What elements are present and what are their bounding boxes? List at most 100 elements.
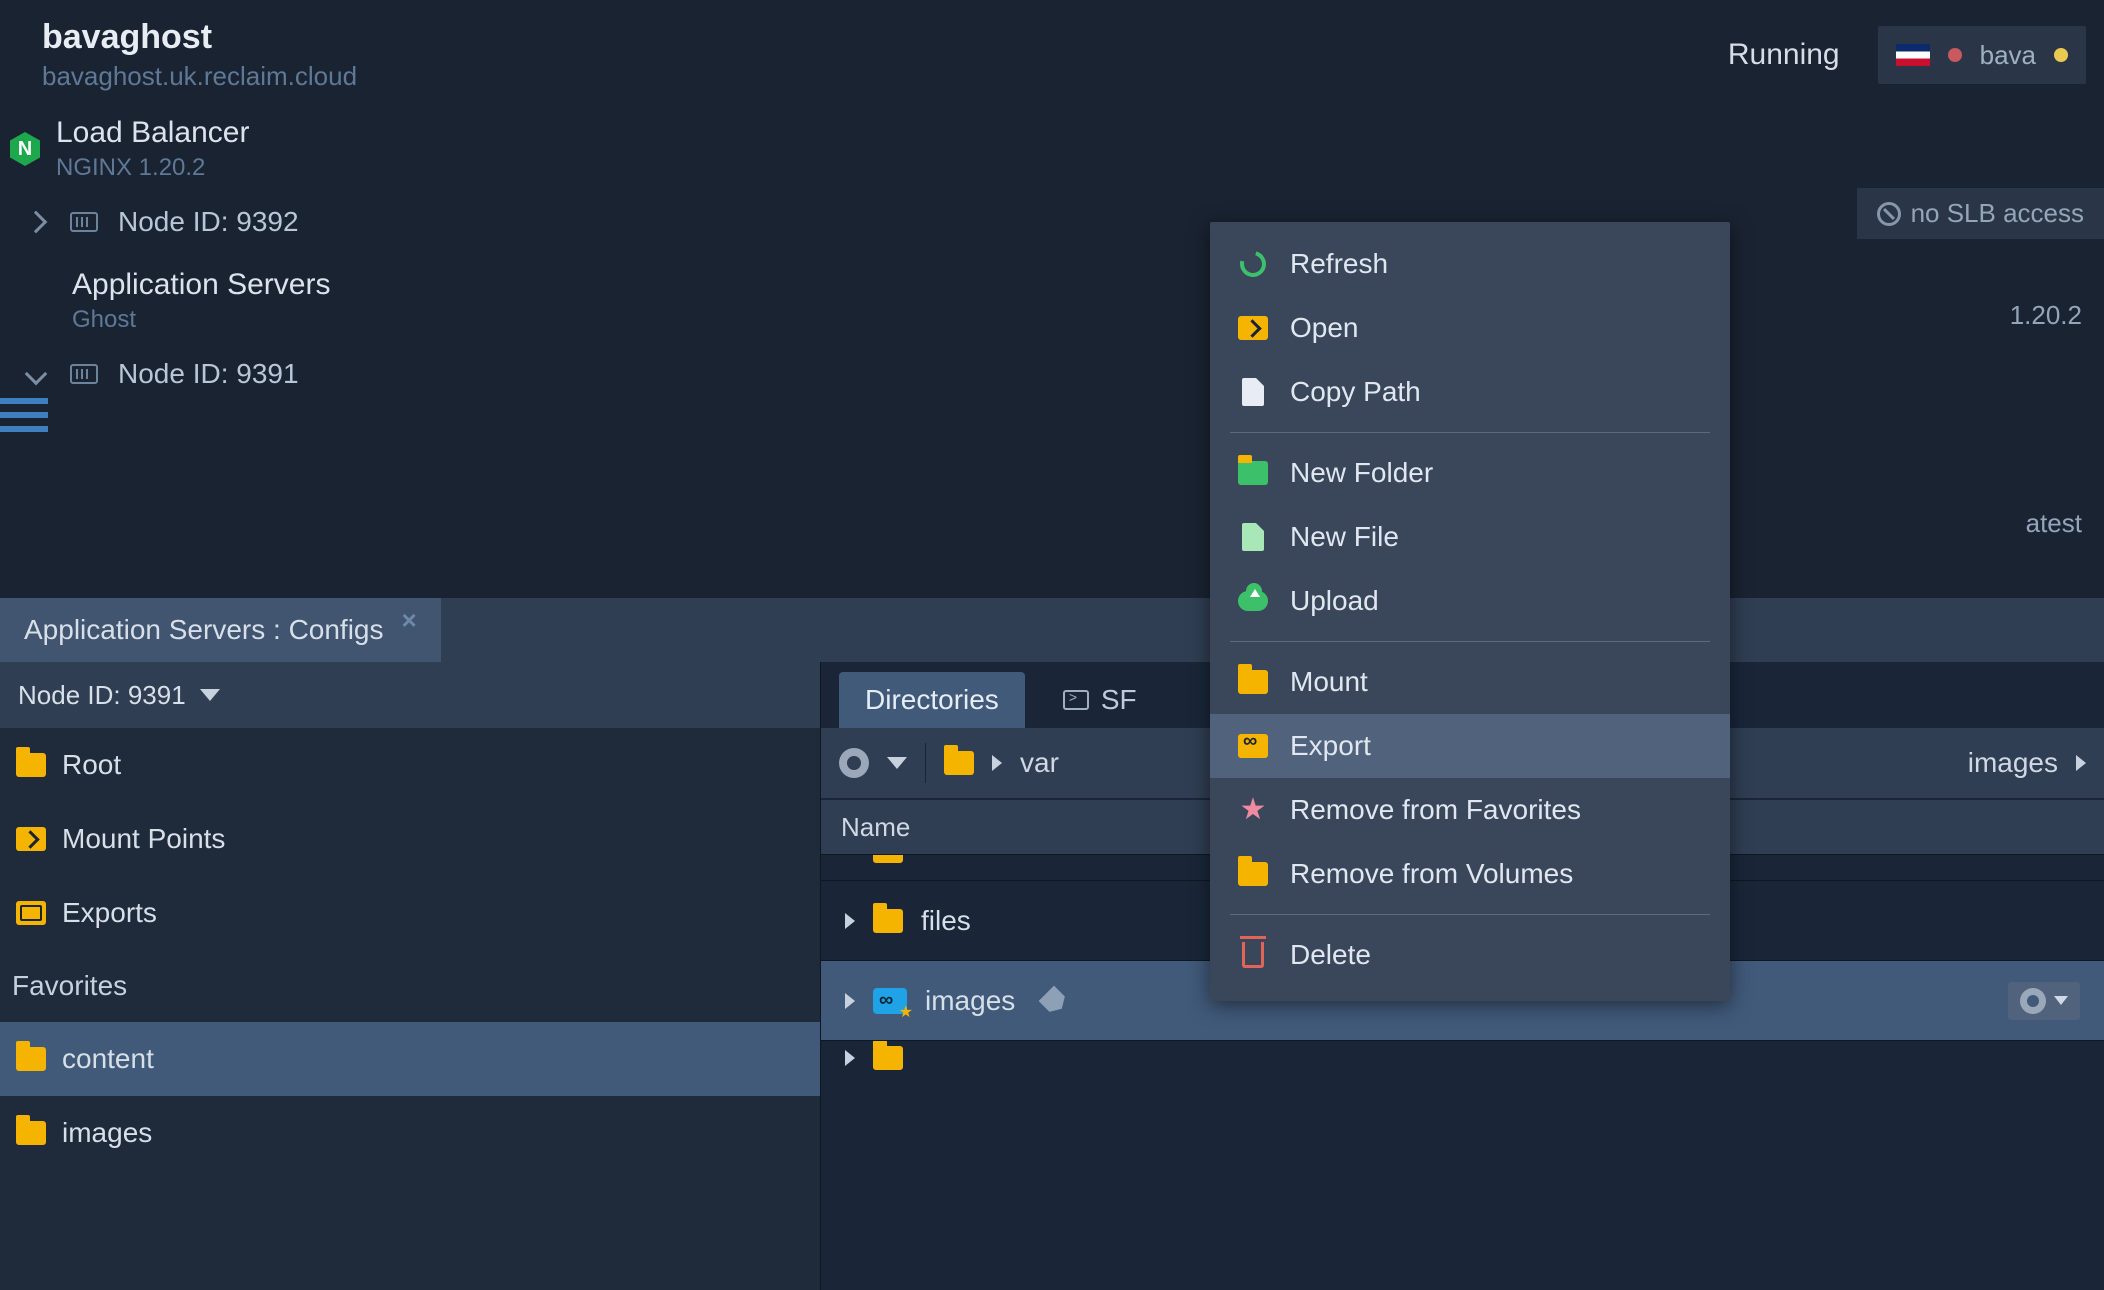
ctx-new-file[interactable]: New File xyxy=(1210,505,1730,569)
ctx-label: Upload xyxy=(1290,585,1379,617)
sidebar-item-label: Root xyxy=(62,749,121,781)
tab-sftp[interactable]: SF xyxy=(1037,672,1163,728)
tab-configs-label: Application Servers : Configs xyxy=(24,614,384,646)
tab-configs[interactable]: Application Servers : Configs × xyxy=(0,598,441,662)
sidebar-item-label: Exports xyxy=(62,897,157,929)
ctx-label: Mount xyxy=(1290,666,1368,698)
environment-status: Running xyxy=(1728,38,1840,72)
star-icon: ★ xyxy=(1240,795,1267,825)
document-icon xyxy=(1242,378,1264,406)
status-dot-yellow-icon xyxy=(2054,48,2068,62)
tab-directories-label: Directories xyxy=(865,684,999,716)
environment-name: bavaghost xyxy=(42,18,1728,57)
ctx-label: Remove from Volumes xyxy=(1290,858,1573,890)
context-menu: Refresh Open Copy Path New Folder New Fi… xyxy=(1210,222,1730,1001)
folder-icon xyxy=(1238,862,1268,886)
dropdown-caret-icon xyxy=(2054,996,2068,1005)
ctx-new-folder[interactable]: New Folder xyxy=(1210,441,1730,505)
app-servers-node-label: Node ID: 9391 xyxy=(118,358,299,390)
nginx-icon: N xyxy=(10,132,40,166)
load-balancer-node-row[interactable]: Node ID: 9392 xyxy=(0,192,2104,252)
file-name: files xyxy=(921,905,971,937)
configs-sidebar: Node ID: 9391 Root Mount Points Exports … xyxy=(0,662,820,1290)
ctx-label: New File xyxy=(1290,521,1399,553)
tag-icon[interactable] xyxy=(1039,985,1070,1016)
file-new-icon xyxy=(1242,523,1264,551)
tab-close-button[interactable]: × xyxy=(402,605,417,636)
toolbar-gear-button[interactable] xyxy=(839,748,869,778)
environment-domain: bavaghost.uk.reclaim.cloud xyxy=(42,61,1728,92)
region-flag-icon xyxy=(1896,44,1930,66)
folder-icon xyxy=(873,854,903,863)
ctx-open[interactable]: Open xyxy=(1210,296,1730,360)
cloud-upload-icon xyxy=(1238,591,1268,611)
sidebar-item-exports[interactable]: Exports xyxy=(0,876,820,950)
breadcrumb-separator-icon xyxy=(2076,755,2086,771)
ctx-label: Copy Path xyxy=(1290,376,1421,408)
topology-tree: N Load Balancer NGINX 1.20.2 Node ID: 93… xyxy=(0,106,2104,404)
folder-export-icon xyxy=(16,901,46,925)
load-balancer-group[interactable]: N Load Balancer NGINX 1.20.2 xyxy=(0,106,2104,192)
row-actions-button[interactable] xyxy=(2008,982,2080,1020)
ctx-label: Refresh xyxy=(1290,248,1388,280)
folder-mount-icon xyxy=(16,827,46,851)
ctx-export[interactable]: Export xyxy=(1210,714,1730,778)
file-row-truncated-bottom[interactable] xyxy=(821,1040,2104,1074)
app-servers-group[interactable]: Application Servers Ghost xyxy=(0,258,2104,344)
file-name: images xyxy=(925,985,1015,1017)
load-balancer-title: Load Balancer xyxy=(56,116,249,150)
sidebar-item-label: Mount Points xyxy=(62,823,225,855)
node-selector[interactable]: Node ID: 9391 xyxy=(0,662,820,728)
toolbar-gear-caret-icon xyxy=(887,757,907,769)
chevron-down-icon xyxy=(25,363,48,386)
sidebar-item-content[interactable]: content xyxy=(0,1022,820,1096)
breadcrumb-images[interactable]: images xyxy=(1968,747,2058,779)
chevron-right-icon xyxy=(25,211,48,234)
trash-icon xyxy=(1242,942,1264,968)
app-servers-icon xyxy=(0,398,48,440)
ctx-refresh[interactable]: Refresh xyxy=(1210,232,1730,296)
ctx-label: Open xyxy=(1290,312,1359,344)
ctx-mount[interactable]: Mount xyxy=(1210,650,1730,714)
no-slb-access-text: no SLB access xyxy=(1911,198,2084,229)
sidebar-item-label: content xyxy=(62,1043,154,1075)
ctx-remove-favorites[interactable]: ★ Remove from Favorites xyxy=(1210,778,1730,842)
app-servers-title: Application Servers xyxy=(72,268,330,302)
ctx-copy-path[interactable]: Copy Path xyxy=(1210,360,1730,424)
sidebar-item-mount-points[interactable]: Mount Points xyxy=(0,802,820,876)
folder-icon xyxy=(16,1121,46,1145)
sidebar-item-root[interactable]: Root xyxy=(0,728,820,802)
breadcrumb-var[interactable]: var xyxy=(1020,747,1059,779)
favorite-folder-icon xyxy=(873,988,907,1014)
ctx-delete[interactable]: Delete xyxy=(1210,923,1730,987)
load-balancer-node-label: Node ID: 9392 xyxy=(118,206,299,238)
owner-label: bava xyxy=(1980,40,2036,71)
ctx-label: Delete xyxy=(1290,939,1371,971)
ctx-upload[interactable]: Upload xyxy=(1210,569,1730,633)
folder-open-icon xyxy=(1238,316,1268,340)
no-slb-access-badge: no SLB access xyxy=(1857,188,2104,239)
header-info-chips: bava xyxy=(1878,26,2086,84)
ctx-remove-volumes[interactable]: Remove from Volumes xyxy=(1210,842,1730,906)
divider xyxy=(925,743,926,783)
node-selector-label: Node ID: 9391 xyxy=(18,680,186,711)
folder-icon xyxy=(873,909,903,933)
folder-mount-icon xyxy=(1238,670,1268,694)
folder-new-icon xyxy=(1238,461,1268,485)
folder-icon xyxy=(873,1046,903,1070)
sidebar-tree: Root Mount Points Exports Favorites cont… xyxy=(0,728,820,1290)
tab-directories[interactable]: Directories xyxy=(839,672,1025,728)
dropdown-caret-icon xyxy=(200,689,220,701)
status-dot-red-icon xyxy=(1948,48,1962,62)
tag-text-right: atest xyxy=(2026,508,2082,539)
expand-caret-icon[interactable] xyxy=(845,1050,855,1066)
node-icon xyxy=(70,364,98,384)
sidebar-item-images[interactable]: images xyxy=(0,1096,820,1170)
sidebar-section-favorites: Favorites xyxy=(0,950,820,1022)
expand-caret-icon[interactable] xyxy=(845,993,855,1009)
app-servers-node-row[interactable]: Node ID: 9391 xyxy=(0,344,2104,404)
folder-icon xyxy=(16,1047,46,1071)
expand-caret-icon[interactable] xyxy=(845,913,855,929)
breadcrumb-root-icon[interactable] xyxy=(944,751,974,775)
tab-sftp-label-partial: SF xyxy=(1101,684,1137,716)
